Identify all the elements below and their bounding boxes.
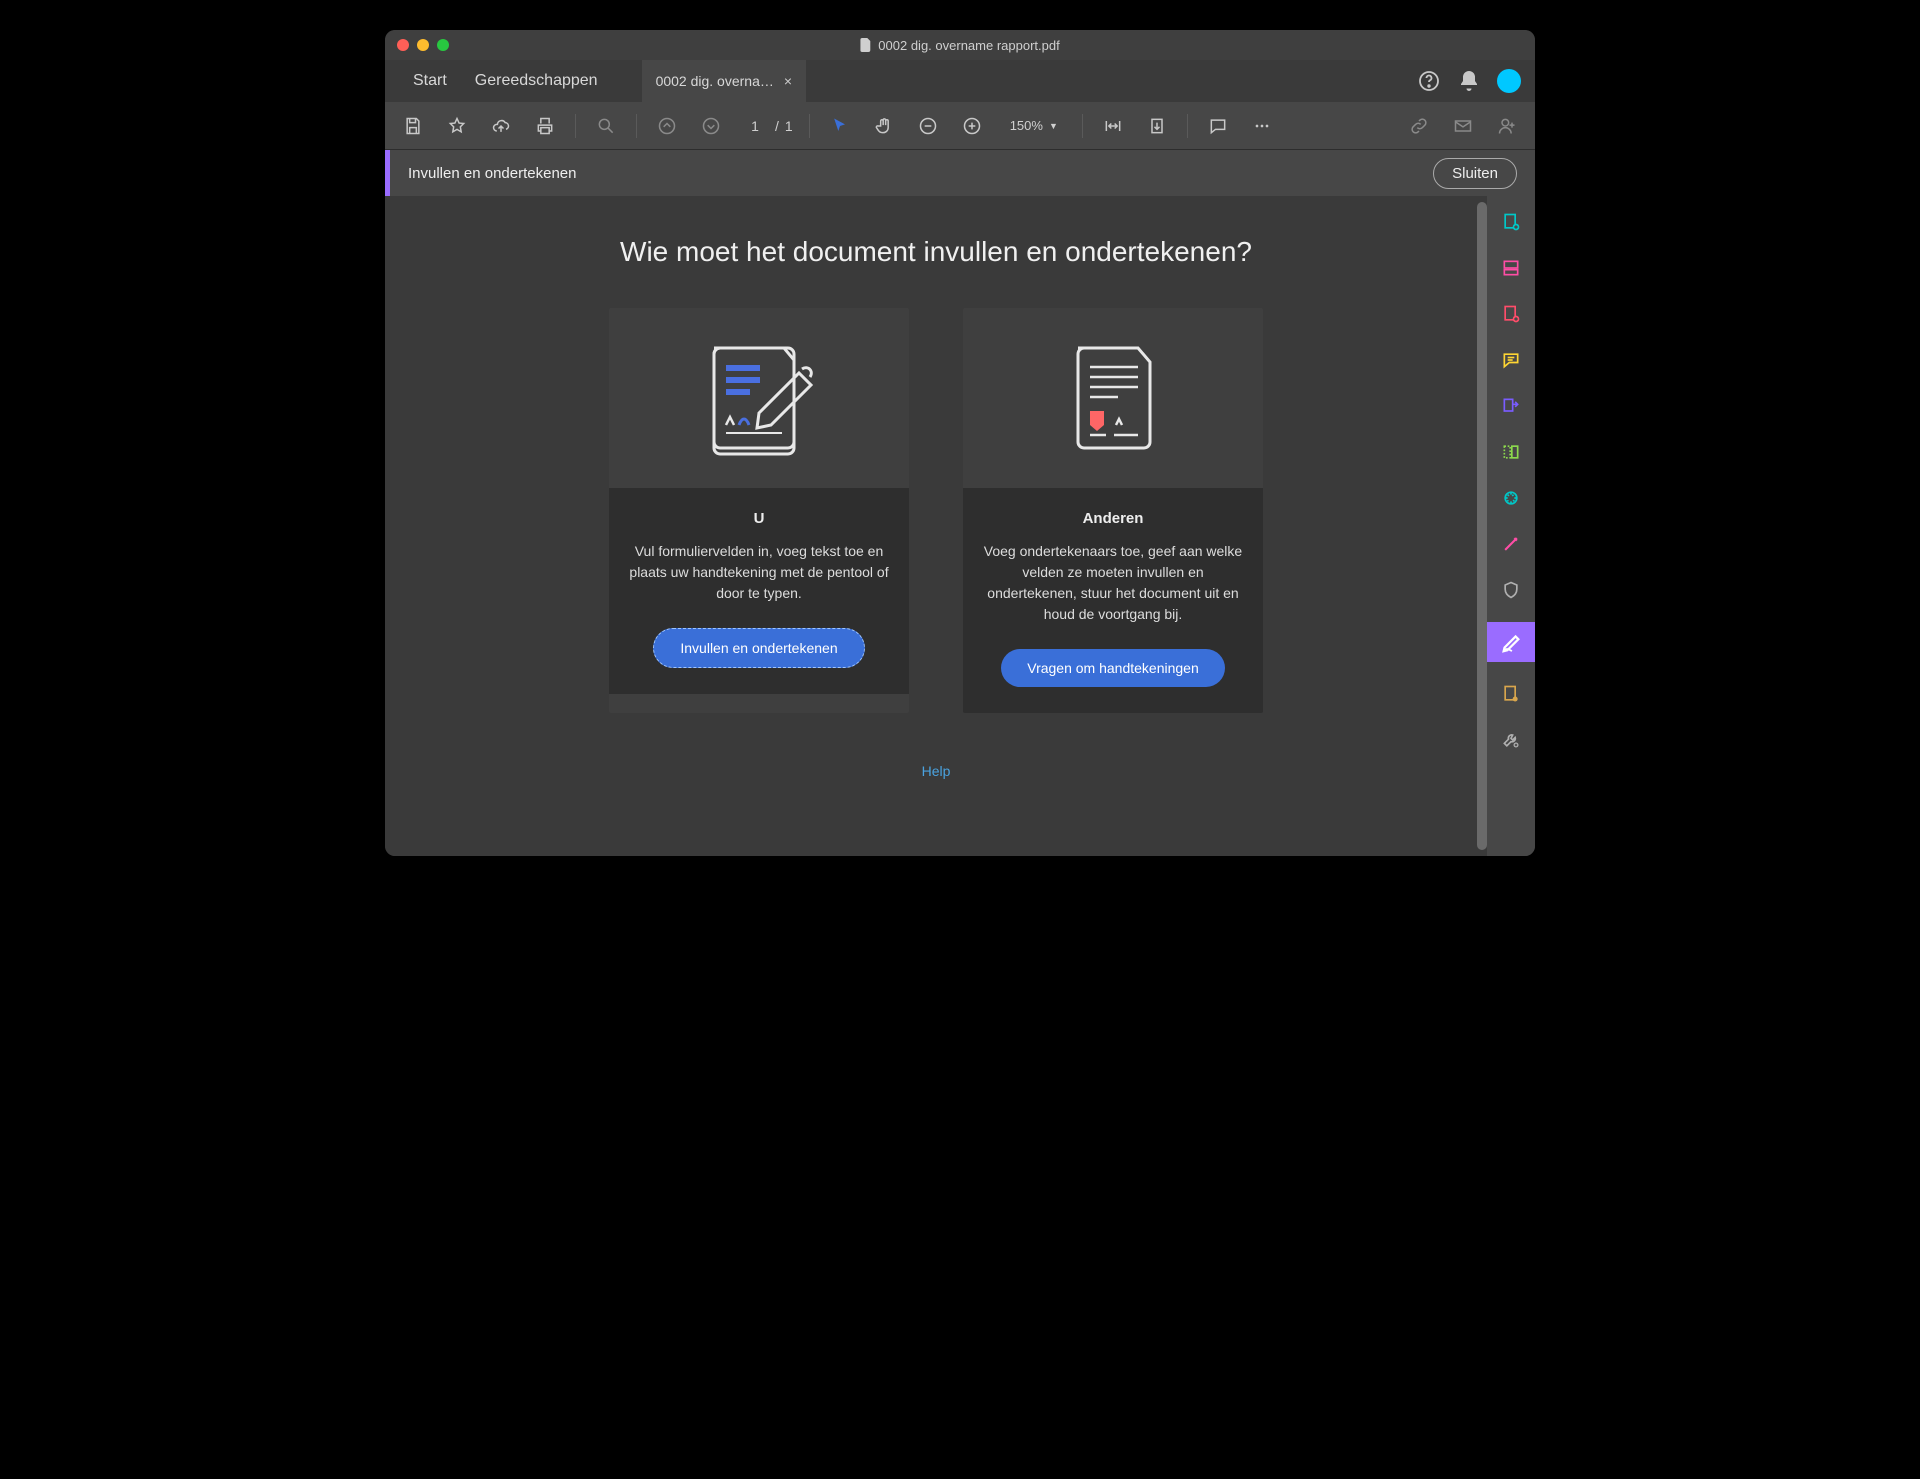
- card-others-illustration: [963, 308, 1263, 488]
- rail-edit-pdf-icon[interactable]: [1497, 300, 1525, 328]
- link-share-icon[interactable]: [1405, 112, 1433, 140]
- tab-document[interactable]: 0002 dig. overna… ×: [642, 60, 807, 102]
- tab-start[interactable]: Start: [399, 60, 461, 102]
- card-others-title: Anderen: [983, 510, 1243, 527]
- zoom-out-icon[interactable]: [914, 112, 942, 140]
- cloud-upload-icon[interactable]: [487, 112, 515, 140]
- help-link[interactable]: Help: [922, 763, 951, 779]
- chevron-down-icon: ▼: [1049, 121, 1058, 131]
- star-icon[interactable]: [443, 112, 471, 140]
- zoom-in-icon[interactable]: [958, 112, 986, 140]
- toolbar: / 1 150% ▼: [385, 102, 1535, 150]
- hand-tool-icon[interactable]: [870, 112, 898, 140]
- close-window-icon[interactable]: [397, 39, 409, 51]
- rail-fill-sign-icon[interactable]: [1487, 622, 1535, 662]
- close-tab-icon[interactable]: ×: [784, 73, 792, 89]
- more-icon[interactable]: [1248, 112, 1276, 140]
- fill-sign-button[interactable]: Invullen en ondertekenen: [653, 628, 864, 668]
- fit-page-icon[interactable]: [1143, 112, 1171, 140]
- add-person-icon[interactable]: [1493, 112, 1521, 140]
- rail-send-track-icon[interactable]: [1497, 680, 1525, 708]
- zoom-dropdown[interactable]: 150% ▼: [1002, 116, 1066, 135]
- account-avatar[interactable]: [1497, 69, 1521, 93]
- help-link-row: Help: [425, 763, 1447, 781]
- rail-comment-icon[interactable]: [1497, 346, 1525, 374]
- fit-width-icon[interactable]: [1099, 112, 1127, 140]
- tab-document-label: 0002 dig. overna…: [656, 73, 774, 89]
- rail-stamp-icon[interactable]: [1497, 484, 1525, 512]
- pointer-tool-icon[interactable]: [826, 112, 854, 140]
- page-indicator: / 1: [741, 118, 793, 134]
- page-current-input[interactable]: [741, 118, 769, 134]
- save-icon[interactable]: [399, 112, 427, 140]
- mail-icon[interactable]: [1449, 112, 1477, 140]
- close-panel-button[interactable]: Sluiten: [1433, 158, 1517, 189]
- help-icon[interactable]: [1417, 69, 1441, 93]
- rail-more-tools-icon[interactable]: [1497, 726, 1525, 754]
- rail-export-icon[interactable]: [1497, 392, 1525, 420]
- tab-tools[interactable]: Gereedschappen: [461, 60, 612, 102]
- card-you-desc: Vul formuliervelden in, voeg tekst toe e…: [629, 541, 889, 604]
- request-signatures-button[interactable]: Vragen om handtekeningen: [1001, 649, 1225, 687]
- window-title: 0002 dig. overname rapport.pdf: [860, 38, 1059, 53]
- rail-redact-icon[interactable]: [1497, 530, 1525, 558]
- notifications-icon[interactable]: [1457, 69, 1481, 93]
- rail-combine-icon[interactable]: [1497, 254, 1525, 282]
- document-icon: [860, 38, 872, 52]
- print-icon[interactable]: [531, 112, 559, 140]
- question-heading: Wie moet het document invullen en ondert…: [425, 236, 1447, 268]
- find-icon[interactable]: [592, 112, 620, 140]
- fill-sign-bar: Invullen en ondertekenen Sluiten: [385, 150, 1535, 196]
- rail-create-pdf-icon[interactable]: [1497, 208, 1525, 236]
- card-others: Anderen Voeg ondertekenaars toe, geef aa…: [963, 308, 1263, 713]
- top-tabs: Start Gereedschappen 0002 dig. overna… ×: [385, 60, 1535, 102]
- content-area: Wie moet het document invullen en ondert…: [385, 196, 1487, 856]
- rail-protect-icon[interactable]: [1497, 576, 1525, 604]
- fill-sign-label: Invullen en ondertekenen: [408, 165, 576, 182]
- card-you-title: U: [629, 510, 889, 527]
- traffic-lights: [397, 39, 449, 51]
- titlebar: 0002 dig. overname rapport.pdf: [385, 30, 1535, 60]
- minimize-window-icon[interactable]: [417, 39, 429, 51]
- body: Wie moet het document invullen en ondert…: [385, 196, 1535, 856]
- fullscreen-window-icon[interactable]: [437, 39, 449, 51]
- choice-cards: U Vul formuliervelden in, voeg tekst toe…: [425, 308, 1447, 713]
- page-down-icon[interactable]: [697, 112, 725, 140]
- page-total: 1: [785, 118, 793, 134]
- page-up-icon[interactable]: [653, 112, 681, 140]
- card-you: U Vul formuliervelden in, voeg tekst toe…: [609, 308, 909, 713]
- rail-organize-icon[interactable]: [1497, 438, 1525, 466]
- right-rail: [1487, 196, 1535, 856]
- card-you-illustration: [609, 308, 909, 488]
- app-window: 0002 dig. overname rapport.pdf Start Ger…: [385, 30, 1535, 856]
- comment-icon[interactable]: [1204, 112, 1232, 140]
- card-others-desc: Voeg ondertekenaars toe, geef aan welke …: [983, 541, 1243, 625]
